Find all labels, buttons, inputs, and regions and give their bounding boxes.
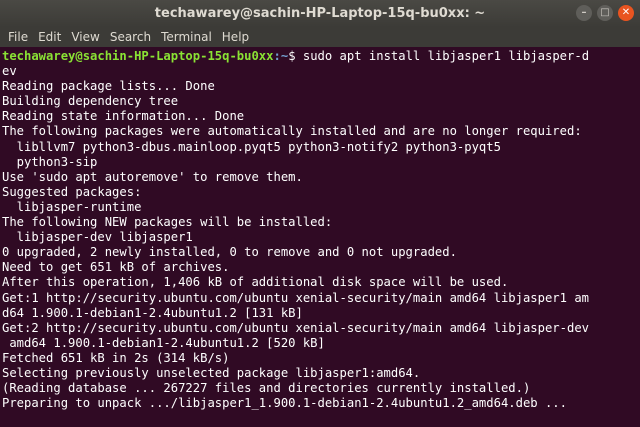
output-line: Reading state information... Done bbox=[2, 109, 245, 124]
menu-view[interactable]: View bbox=[66, 30, 104, 44]
output-line: Preparing to unpack .../libjasper1_1.900… bbox=[2, 396, 567, 411]
output-line: libllvm7 python3-dbus.mainloop.pyqt5 pyt… bbox=[2, 139, 501, 154]
terminal-window: techawarey@sachin-HP-Laptop-15q-bu0xx: ~… bbox=[0, 0, 640, 427]
prompt-user-host: techawarey@sachin-HP-Laptop-15q-bu0xx bbox=[2, 49, 274, 63]
output-line: d64 1.900.1-debian1-2.4ubuntu1.2 [131 kB… bbox=[2, 305, 303, 320]
output-line: Suggested packages: bbox=[2, 184, 142, 199]
menu-edit[interactable]: Edit bbox=[33, 30, 66, 44]
window-title: techawarey@sachin-HP-Laptop-15q-bu0xx: ~ bbox=[154, 6, 486, 21]
close-button[interactable]: ✕ bbox=[618, 5, 634, 21]
output-line: ev bbox=[2, 64, 17, 79]
output-line: The following packages were automaticall… bbox=[2, 124, 582, 139]
output-line: Need to get 651 kB of archives. bbox=[2, 260, 230, 275]
output-line: After this operation, 1,406 kB of additi… bbox=[2, 275, 509, 290]
output-line: python3-sip bbox=[2, 154, 98, 169]
menu-file[interactable]: File bbox=[3, 30, 33, 44]
menu-help[interactable]: Help bbox=[217, 30, 254, 44]
window-controls: – □ ✕ bbox=[576, 5, 634, 21]
output-line: (Reading database ... 267227 files and d… bbox=[2, 381, 531, 396]
output-line: Fetched 651 kB in 2s (314 kB/s) bbox=[2, 350, 230, 365]
output-line: Get:1 http://security.ubuntu.com/ubuntu … bbox=[2, 290, 589, 305]
prompt-command: sudo apt install libjasper1 libjasper-d bbox=[295, 49, 590, 63]
prompt-path: :~ bbox=[273, 49, 289, 63]
minimize-button[interactable]: – bbox=[576, 5, 592, 21]
prompt-symbol: $ bbox=[288, 49, 296, 63]
menu-bar: File Edit View Search Terminal Help bbox=[0, 27, 640, 47]
output-line: Selecting previously unselected package … bbox=[2, 365, 421, 380]
output-line: 0 upgraded, 2 newly installed, 0 to remo… bbox=[2, 245, 457, 260]
output-line: Use 'sudo apt autoremove' to remove them… bbox=[2, 169, 303, 184]
output-line: libjasper-runtime bbox=[2, 199, 142, 214]
output-line: Building dependency tree bbox=[2, 94, 179, 109]
window-titlebar[interactable]: techawarey@sachin-HP-Laptop-15q-bu0xx: ~… bbox=[0, 0, 640, 27]
menu-search[interactable]: Search bbox=[105, 30, 156, 44]
output-line: amd64 1.900.1-debian1-2.4ubuntu1.2 [520 … bbox=[2, 335, 325, 350]
output-line: Get:2 http://security.ubuntu.com/ubuntu … bbox=[2, 320, 589, 335]
output-line: Reading package lists... Done bbox=[2, 79, 215, 94]
output-line: libjasper-dev libjasper1 bbox=[2, 230, 193, 245]
maximize-button[interactable]: □ bbox=[597, 5, 613, 21]
terminal-output[interactable]: techawarey@sachin-HP-Laptop-15q-bu0xx:~$… bbox=[0, 47, 640, 427]
menu-terminal[interactable]: Terminal bbox=[156, 30, 217, 44]
prompt-line: techawarey@sachin-HP-Laptop-15q-bu0xx:~$… bbox=[2, 49, 638, 64]
output-line: The following NEW packages will be insta… bbox=[2, 215, 333, 230]
